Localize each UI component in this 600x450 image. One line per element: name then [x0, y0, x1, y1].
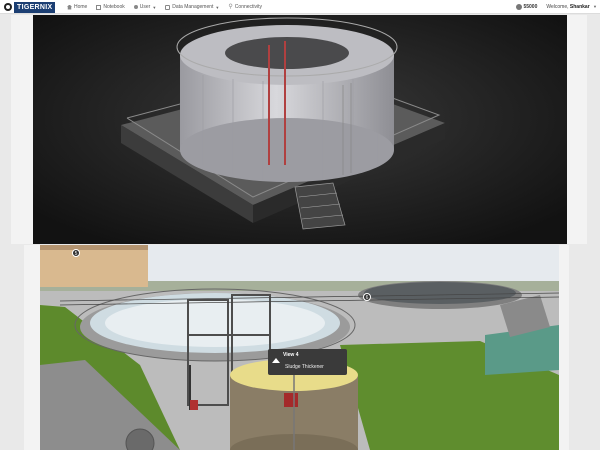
pointer-icon: [272, 358, 280, 363]
nav-connectivity[interactable]: ⚲ Connectivity: [228, 3, 263, 11]
hotspot-marker[interactable]: 6: [363, 293, 371, 301]
chevron-down-icon: ▼: [152, 4, 157, 10]
hotspot-tooltip: View 4 Sludge Thickener: [268, 349, 347, 375]
left-gutter: [24, 245, 40, 450]
plant-3d-render: [40, 245, 559, 450]
home-icon: [67, 4, 72, 10]
nav-notebook[interactable]: Notebook: [96, 4, 125, 10]
nav-home[interactable]: Home: [67, 4, 87, 10]
nav-notebook-label: Notebook: [103, 4, 125, 10]
tooltip-subtitle: Sludge Thickener: [285, 364, 324, 370]
coin-icon: [516, 4, 523, 10]
balance-value: 55000: [523, 4, 538, 10]
model-viewer-tank[interactable]: [33, 15, 567, 244]
model-viewer-plant[interactable]: 5 6: [40, 245, 559, 450]
right-gutter: [567, 15, 587, 244]
database-icon: [165, 4, 171, 10]
main-nav: Home Notebook User ▼ Data Management ▼ ⚲…: [67, 0, 271, 14]
nav-connectivity-label: Connectivity: [234, 4, 263, 10]
welcome-text: Welcome,: [546, 4, 569, 10]
notebook-icon: [96, 4, 102, 10]
top-navbar: TIGERNIX Home Notebook User ▼ Data Manag…: [0, 0, 600, 14]
nav-data-management[interactable]: Data Management ▼: [165, 4, 219, 10]
user-menu[interactable]: Welcome, Shankar ▼: [546, 4, 597, 10]
nav-user-label: User: [139, 4, 151, 10]
brand-logo[interactable]: TIGERNIX: [4, 1, 56, 13]
nav-user[interactable]: User ▼: [133, 4, 157, 10]
tooltip-title: View 4: [283, 352, 299, 358]
link-icon: ⚲: [228, 3, 233, 10]
chevron-down-icon: ▼: [593, 4, 597, 9]
user-icon: [133, 5, 138, 9]
tank-3d-render: [33, 15, 567, 244]
account-area: 55000 Welcome, Shankar ▼: [516, 0, 597, 14]
right-gutter: [559, 245, 569, 450]
tiger-logo-icon: [4, 3, 12, 11]
nav-home-label: Home: [74, 4, 88, 10]
left-gutter: [11, 15, 33, 244]
balance-display[interactable]: 55000: [516, 4, 537, 10]
username: Shankar: [569, 4, 590, 10]
brand-name: TIGERNIX: [14, 1, 56, 13]
nav-data-management-label: Data Management: [172, 4, 214, 10]
hotspot-marker[interactable]: 5: [72, 249, 80, 257]
chevron-down-icon: ▼: [215, 4, 220, 10]
